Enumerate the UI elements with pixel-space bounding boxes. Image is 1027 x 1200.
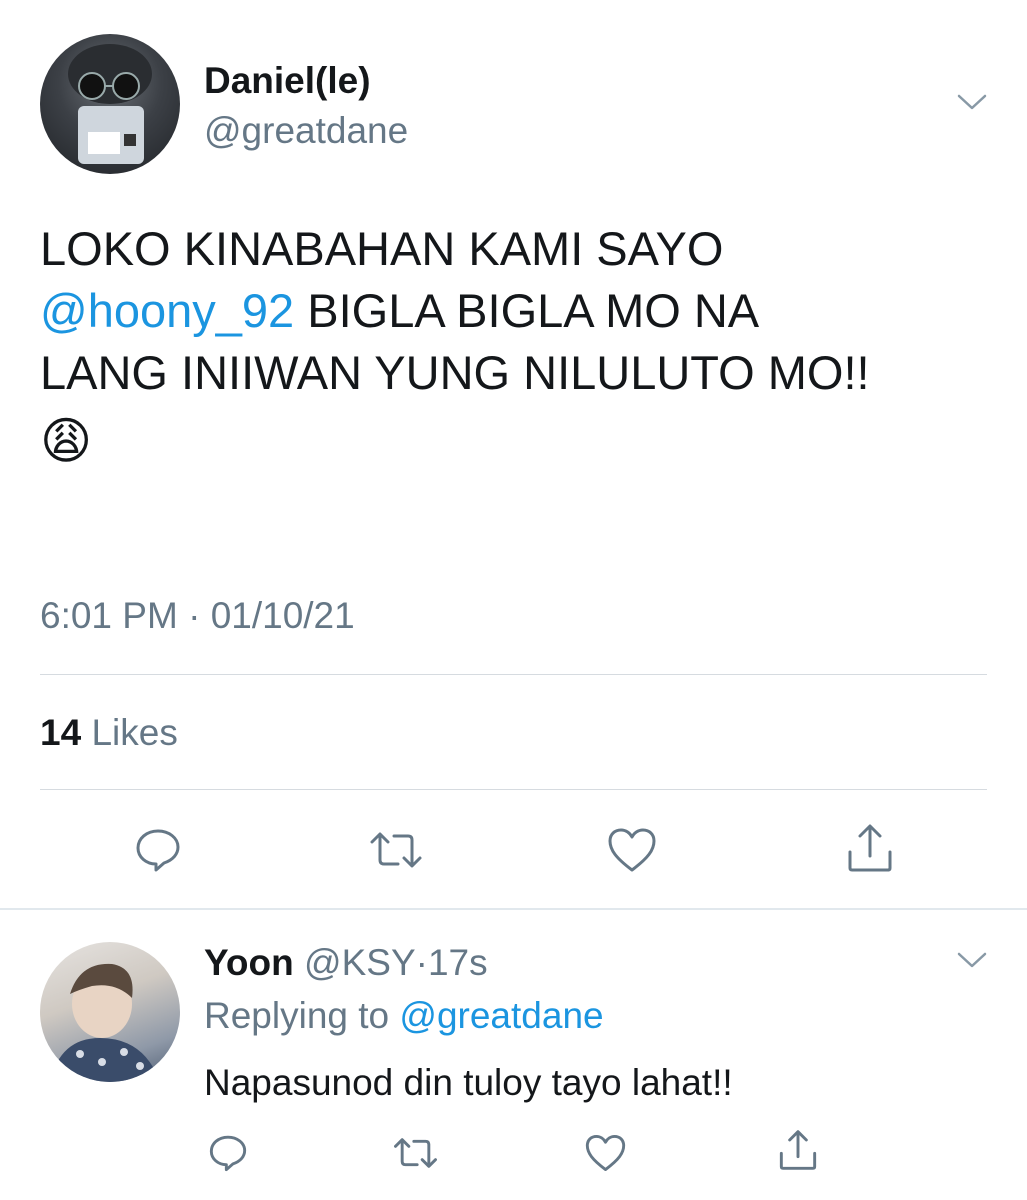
replying-to: Replying to @greatdane (204, 995, 604, 1037)
retweet-icon[interactable] (392, 1133, 439, 1173)
tweet-text-line: LOKO KINABAHAN KAMI SAYO (40, 222, 724, 275)
tweet-text-line: @hoony_92 BIGLA BIGLA MO NA (40, 280, 1000, 342)
author-name[interactable]: Daniel(le) (204, 60, 371, 102)
mention-link[interactable]: @hoony_92 (40, 284, 294, 337)
tweet-separator (0, 908, 1027, 910)
tweet-text-line: LANG INIIWAN YUNG NILULUTO MO!! (40, 346, 870, 399)
share-icon[interactable] (846, 822, 894, 874)
reply-author-avatar[interactable] (40, 942, 180, 1082)
tweet-date: 01/10/21 (210, 595, 355, 636)
heart-icon[interactable] (584, 1133, 627, 1173)
tweet-text: LOKO KINABAHAN KAMI SAYO @hoony_92 BIGLA… (40, 218, 1000, 472)
meta-separator: · (188, 595, 201, 636)
reply-header: Yoon @KSY·17s (204, 942, 488, 984)
meta-separator: · (415, 942, 428, 983)
tweet-timestamp[interactable]: 6:01 PM · 01/10/21 (40, 595, 355, 637)
replying-to-handle[interactable]: @greatdane (399, 995, 603, 1036)
likes-label: Likes (91, 712, 178, 753)
comment-icon[interactable] (208, 1133, 248, 1173)
heart-icon[interactable] (606, 826, 658, 874)
chevron-down-icon[interactable] (955, 90, 989, 114)
weary-face-emoji: 😩 (40, 412, 93, 470)
author-avatar[interactable] (40, 34, 180, 174)
reply-author-handle[interactable]: @KSY (304, 942, 416, 983)
divider (40, 674, 987, 675)
tweet-time: 6:01 PM (40, 595, 178, 636)
reply-author-name[interactable]: Yoon (204, 942, 294, 983)
reply-text: Napasunod din tuloy tayo lahat!! (204, 1062, 733, 1103)
replying-to-label: Replying to (204, 995, 390, 1036)
share-icon[interactable] (778, 1128, 818, 1172)
chevron-down-icon[interactable] (955, 948, 989, 972)
reply-age[interactable]: 17s (428, 942, 488, 983)
divider (40, 789, 987, 790)
tweet-text-segment: BIGLA BIGLA MO NA (294, 284, 760, 337)
author-handle[interactable]: @greatdane (204, 110, 408, 152)
comment-icon[interactable] (134, 826, 182, 874)
likes-count[interactable]: 14 Likes (40, 712, 178, 754)
likes-number: 14 (40, 712, 82, 753)
retweet-icon[interactable] (368, 826, 424, 874)
